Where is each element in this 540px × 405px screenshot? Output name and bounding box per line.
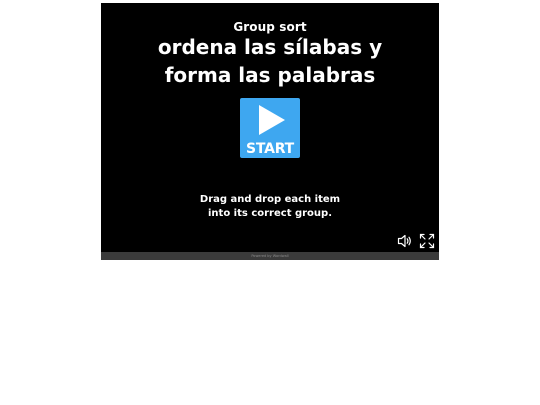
- activity-title-line-1: ordena las sílabas y: [157, 35, 383, 59]
- activity-stage: Group sort ordena las sílabas y forma la…: [101, 3, 439, 252]
- instructions-line-1: Drag and drop each item: [199, 194, 341, 205]
- fullscreen-icon: [419, 233, 435, 249]
- fullscreen-button[interactable]: [419, 233, 435, 249]
- powered-by-footer[interactable]: Powered by Wordwall: [101, 252, 439, 260]
- activity-title: ordena las sílabas y forma las palabras: [101, 33, 439, 89]
- activity-type-label: Group sort: [233, 20, 307, 34]
- start-button[interactable]: START: [240, 98, 300, 158]
- instructions-text: Drag and drop each item into its correct…: [101, 193, 439, 221]
- instructions-line-2: into its correct group.: [208, 208, 332, 219]
- play-icon: [259, 105, 285, 135]
- start-label: START: [245, 141, 295, 157]
- speaker-icon: [397, 234, 411, 248]
- sound-toggle-button[interactable]: [397, 233, 413, 249]
- activity-title-line-2: forma las palabras: [164, 63, 376, 87]
